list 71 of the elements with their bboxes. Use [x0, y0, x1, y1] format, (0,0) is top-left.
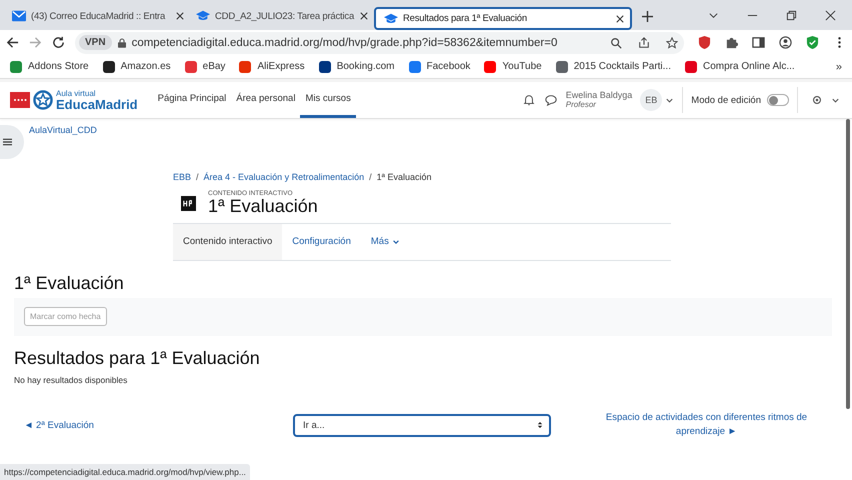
close-icon[interactable] — [176, 12, 184, 20]
puzzle-icon[interactable] — [725, 36, 738, 49]
address-bar[interactable]: VPN competenciadigital.educa.madrid.org/mod/hvp/grade.php?id=58362&itemnumber=0 — [75, 32, 684, 54]
browser-tab[interactable]: (43) Correo EducaMadrid :: Entra — [6, 2, 190, 30]
side-panel-icon[interactable] — [752, 36, 765, 49]
flag-icon — [10, 92, 30, 108]
list-icon — [3, 138, 12, 146]
mail-icon — [12, 10, 26, 22]
bookmark[interactable]: eBay — [184, 60, 226, 72]
graduation-cap-icon — [384, 12, 398, 24]
bookmark[interactable]: Addons Store — [10, 60, 89, 72]
zoom-icon[interactable] — [610, 36, 622, 48]
bookmark[interactable]: YouTube — [484, 60, 542, 72]
bookmark[interactable]: Amazon.es — [102, 60, 171, 72]
nav-link[interactable]: Página Principal — [152, 82, 232, 118]
star-icon[interactable] — [666, 36, 678, 48]
activity-tab[interactable]: Contenido interactivo — [173, 224, 282, 260]
results-title: Resultados para 1ª Evaluación — [14, 348, 261, 369]
bookmark[interactable]: Booking.com — [318, 60, 394, 72]
profile-icon[interactable] — [779, 36, 792, 49]
user-role: Profesor — [566, 100, 598, 110]
results-message: No hay resultados disponibles — [14, 374, 128, 385]
browser-tab[interactable]: CDD_A2_JULIO23: Tarea práctica — [190, 2, 374, 30]
gear-icon[interactable] — [811, 94, 823, 106]
nav-link[interactable]: Área personal — [231, 82, 300, 118]
close-icon[interactable] — [616, 14, 624, 22]
breadcrumb-link[interactable]: EBB — [173, 172, 192, 182]
reload-icon[interactable] — [52, 36, 65, 49]
next-activity-link[interactable]: Espacio de actividades con diferentes ritmos de aprendizaje ► — [551, 410, 832, 440]
activity-tab[interactable]: Más — [360, 224, 410, 260]
breadcrumb-separator: / — [369, 172, 372, 182]
educamadrid-logo[interactable]: Aula virtual EducaMadrid — [10, 90, 138, 110]
vpn-badge[interactable]: VPN — [79, 35, 112, 50]
new-tab-icon[interactable] — [642, 11, 653, 22]
bookmark[interactable]: 2015 Cocktails Parti... — [556, 60, 671, 72]
status-url: https://competenciadigital.educa.madrid.org/mod/hvp/view.php... — [0, 464, 250, 480]
nav-link[interactable]: Mis cursos — [300, 82, 356, 118]
bookmark[interactable]: Facebook — [408, 60, 470, 72]
course-link[interactable]: AulaVirtual_CDD — [29, 125, 97, 135]
user-name: Ewelina Baldyga — [566, 90, 632, 101]
restore-icon[interactable] — [786, 10, 797, 21]
shield-icon[interactable] — [698, 36, 711, 49]
share-icon[interactable] — [638, 36, 650, 48]
back-arrow-icon[interactable] — [6, 36, 19, 49]
edit-mode-toggle[interactable] — [767, 94, 789, 106]
select-arrows-icon — [537, 421, 543, 430]
breadcrumb-separator: / — [196, 172, 199, 182]
url-text: competenciadigital.educa.madrid.org/mod/hvp/grade.php?id=58362&itemnumber=0 — [132, 36, 558, 48]
breadcrumb-link[interactable]: Área 4 - Evaluación y Retroalimentación — [204, 172, 364, 182]
user-avatar[interactable]: EB — [640, 89, 662, 111]
edit-mode-label: Modo de edición — [691, 94, 761, 106]
browser-tab[interactable]: Resultados para 1ª Evaluación — [374, 7, 632, 30]
close-icon[interactable] — [360, 12, 368, 20]
close-icon[interactable] — [825, 10, 836, 21]
h5p-icon — [181, 196, 196, 211]
lock-icon — [118, 38, 126, 48]
bookmark[interactable]: AliExpress — [239, 60, 305, 72]
activity-tab[interactable]: Configuración — [282, 224, 361, 260]
more-bookmarks-button[interactable]: » — [836, 60, 842, 72]
jump-to-select[interactable]: Ir a... — [293, 414, 551, 437]
activity-title: 1ª Evaluación — [208, 197, 318, 217]
bell-icon[interactable] — [522, 94, 535, 106]
breadcrumb-link[interactable]: 1ª Evaluación — [376, 172, 432, 182]
previous-activity-link[interactable]: ◄ 2ª Evaluación — [24, 420, 293, 431]
chat-bubble-icon[interactable] — [544, 94, 557, 106]
scrollbar[interactable] — [846, 119, 850, 409]
star-circle-icon — [33, 90, 53, 110]
section-title: 1ª Evaluación — [14, 272, 125, 294]
bookmark[interactable]: Compra Online Alc... — [684, 60, 795, 72]
graduation-cap-icon — [196, 10, 210, 22]
shield-check-icon[interactable] — [806, 36, 819, 49]
